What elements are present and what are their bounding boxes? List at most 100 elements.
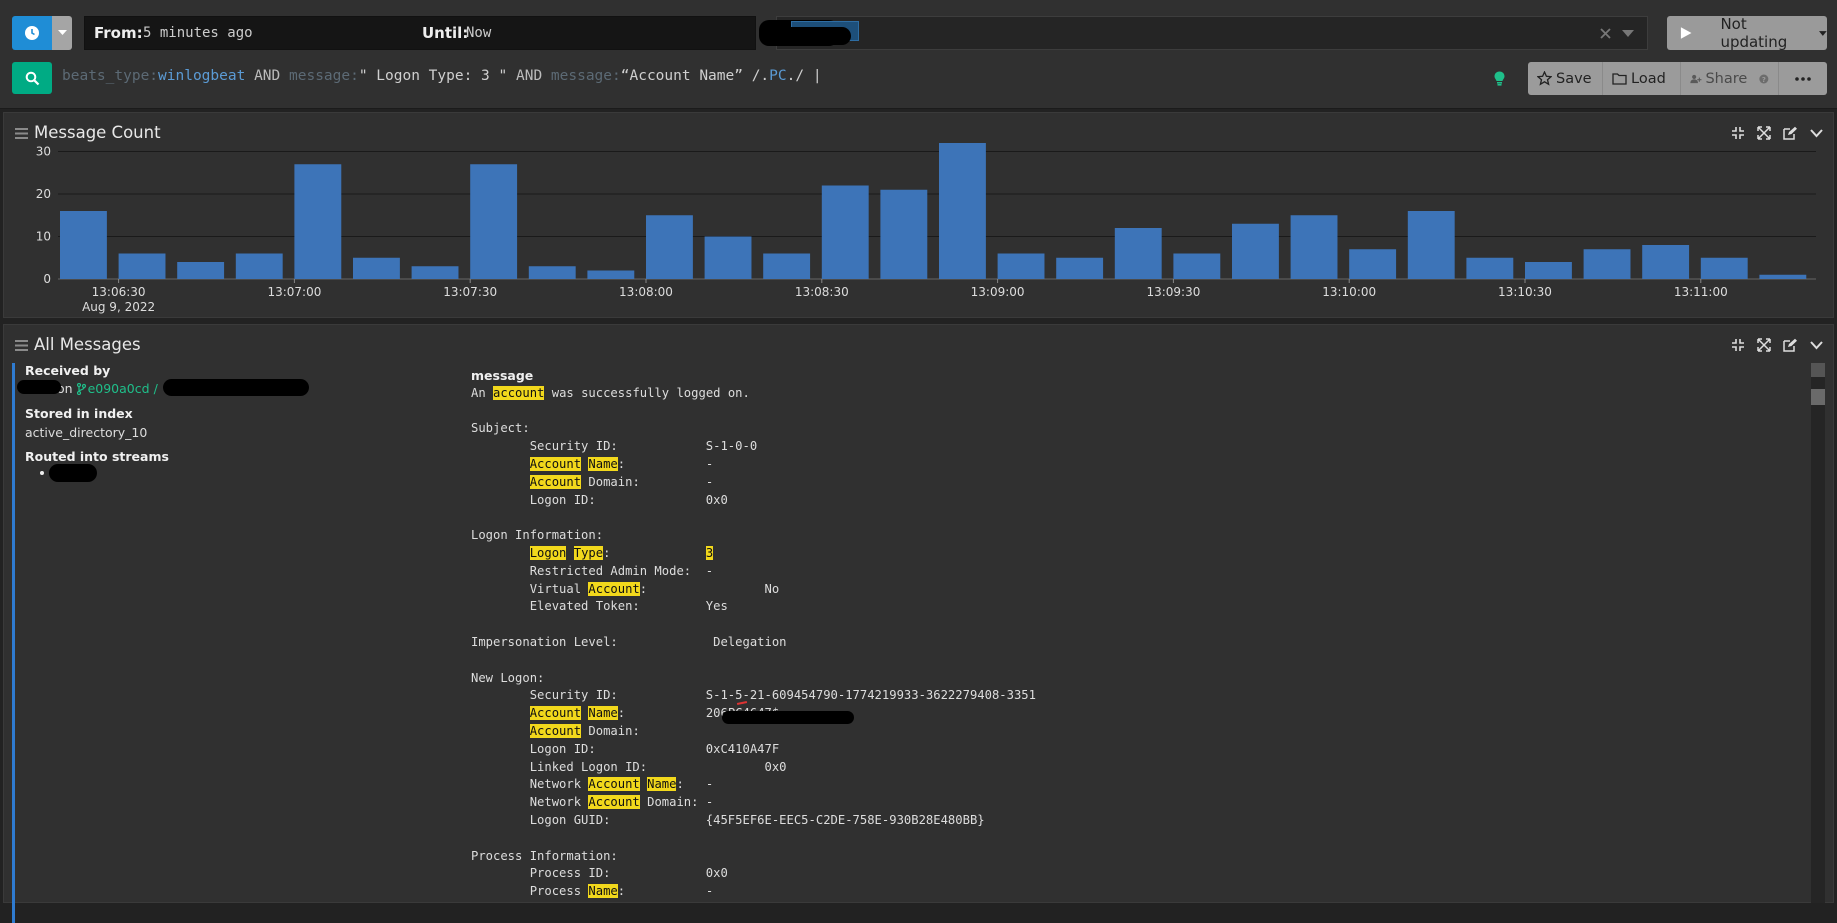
message-text-segment: Restricted Admin Mode: - xyxy=(471,563,714,578)
y-tick-label: 0 xyxy=(43,272,51,286)
message-text-segment xyxy=(471,706,530,720)
search-highlight: Account xyxy=(529,723,582,738)
redacted-stream-name-overlay xyxy=(779,27,851,45)
query-operator-token: AND xyxy=(245,68,289,84)
time-range-dropdown-button[interactable] xyxy=(52,16,72,50)
message-line xyxy=(471,509,1771,527)
histogram-bar[interactable] xyxy=(1114,228,1162,279)
refresh-interval-button[interactable]: Not updating xyxy=(1667,15,1827,51)
message-line xyxy=(471,616,1771,634)
drag-handle-icon[interactable] xyxy=(15,340,28,351)
caret-down-icon xyxy=(57,30,67,35)
chevron-down-icon[interactable] xyxy=(1622,30,1634,37)
x-tick-label: 13:08:00 xyxy=(619,285,673,299)
search-button[interactable] xyxy=(12,62,52,94)
histogram-bar[interactable] xyxy=(411,266,459,279)
histogram-bar[interactable] xyxy=(763,253,811,280)
compress-icon[interactable] xyxy=(1731,338,1745,352)
all-messages-widget: All Messages Received by on e090a0cd / S… xyxy=(3,324,1834,923)
message-text-segment: Virtual xyxy=(471,581,589,596)
scroll-thumb[interactable] xyxy=(1811,389,1825,405)
redacted-stream-link[interactable] xyxy=(49,464,97,482)
histogram-bar[interactable] xyxy=(1759,274,1807,279)
x-tick-label: 13:07:00 xyxy=(267,285,321,299)
search-highlight: Account xyxy=(529,474,582,489)
histogram-bar[interactable] xyxy=(997,253,1045,280)
search-highlight: 3 xyxy=(705,545,714,560)
message-line: Logon ID: 0x0 xyxy=(471,492,1771,510)
widget-title: All Messages xyxy=(34,335,141,354)
histogram-bar[interactable] xyxy=(1466,257,1514,279)
message-text-segment: Process Information: xyxy=(471,848,618,863)
histogram-bar[interactable] xyxy=(235,253,283,280)
histogram-bar[interactable] xyxy=(177,262,225,279)
histogram-bar[interactable] xyxy=(587,270,635,280)
edit-icon[interactable] xyxy=(1783,338,1798,352)
time-range-display[interactable]: From: 5 minutes ago Until: Now xyxy=(84,16,756,50)
message-text-segment: Security ID: S-1-0-0 xyxy=(471,439,758,454)
histogram-bar[interactable] xyxy=(1407,211,1455,279)
stream-filter-select[interactable] xyxy=(759,16,1648,50)
star-icon xyxy=(1537,71,1552,86)
share-search-button[interactable]: Share ? xyxy=(1680,62,1778,95)
search-highlight: Name xyxy=(588,884,618,899)
help-icon[interactable]: ? xyxy=(1759,72,1769,86)
histogram-bar[interactable] xyxy=(1642,245,1690,279)
histogram-bar[interactable] xyxy=(1583,249,1631,279)
histogram-bar[interactable] xyxy=(704,236,752,280)
lightbulb-icon[interactable] xyxy=(1494,71,1505,86)
message-line: Restricted Admin Mode: - xyxy=(471,563,1771,581)
histogram-bar[interactable] xyxy=(353,257,400,279)
chevron-down-icon[interactable] xyxy=(1810,338,1823,352)
histogram-bar[interactable] xyxy=(939,143,986,279)
x-tick-label: 13:10:00 xyxy=(1322,285,1376,299)
scroll-up-arrow[interactable] xyxy=(1811,363,1825,377)
save-search-button[interactable]: Save xyxy=(1528,62,1602,95)
histogram-bar[interactable] xyxy=(528,266,576,279)
message-field: message An account was successfully logg… xyxy=(471,367,1771,901)
histogram-bar[interactable] xyxy=(646,215,693,279)
histogram-bar[interactable] xyxy=(1525,262,1572,279)
histogram-bar[interactable] xyxy=(1700,257,1748,279)
message-line: Account Name: 206PC4647$ xyxy=(471,705,1771,723)
histogram-bar[interactable] xyxy=(470,164,518,279)
histogram-bar[interactable] xyxy=(1290,215,1338,279)
message-text-segment: Network xyxy=(471,795,589,810)
histogram-bar[interactable] xyxy=(294,164,342,279)
x-tick-label: 13:07:30 xyxy=(443,285,497,299)
share-users-icon xyxy=(1690,74,1702,83)
message-text-segment: Network xyxy=(471,777,589,792)
load-search-button[interactable]: Load xyxy=(1602,62,1680,95)
until-label: Until: xyxy=(422,24,469,42)
message-text-segment: Domain: xyxy=(581,723,706,738)
clear-icon[interactable] xyxy=(1600,28,1611,39)
query-input[interactable]: beats_type:winlogbeat AND message:" Logo… xyxy=(62,60,1462,92)
histogram-bar[interactable] xyxy=(1173,253,1221,280)
expand-icon[interactable] xyxy=(1757,338,1771,352)
search-highlight: Account xyxy=(529,706,582,721)
play-icon xyxy=(1680,27,1692,39)
stored-index-value: active_directory_10 xyxy=(25,425,148,440)
until-value: Now xyxy=(466,25,492,41)
histogram-bar[interactable] xyxy=(1349,249,1397,279)
x-tick-label: 13:10:30 xyxy=(1498,285,1552,299)
more-actions-button[interactable] xyxy=(1778,62,1827,95)
query-value-token: winlogbeat xyxy=(158,68,246,84)
histogram-bar[interactable] xyxy=(1232,223,1279,279)
search-highlight: Account xyxy=(588,795,640,810)
message-line: Account Domain: - xyxy=(471,474,1771,492)
time-range-type-button[interactable] xyxy=(12,16,52,50)
histogram-bar[interactable] xyxy=(118,253,166,280)
message-count-histogram[interactable]: 0 10 20 30 13:06:30 13:07:00 13:07:30 13:08:00 1… xyxy=(4,113,1833,317)
message-line: Account Domain: xyxy=(471,723,1771,741)
histogram-bar[interactable] xyxy=(821,185,869,280)
histogram-bar[interactable] xyxy=(60,211,107,279)
received-by-node-id[interactable]: e090a0cd xyxy=(88,381,150,396)
message-text-segment: : xyxy=(639,581,765,596)
message-line: Security ID: S-1-0-0 xyxy=(471,438,1771,456)
histogram-bar[interactable] xyxy=(880,189,928,279)
message-scrollbar[interactable] xyxy=(1811,363,1825,903)
message-text-segment: Subject: xyxy=(471,421,530,436)
histogram-bar[interactable] xyxy=(1056,257,1104,279)
message-line: Logon GUID: {45F5EF6E-EEC5-C2DE-758E-930… xyxy=(471,812,1771,830)
